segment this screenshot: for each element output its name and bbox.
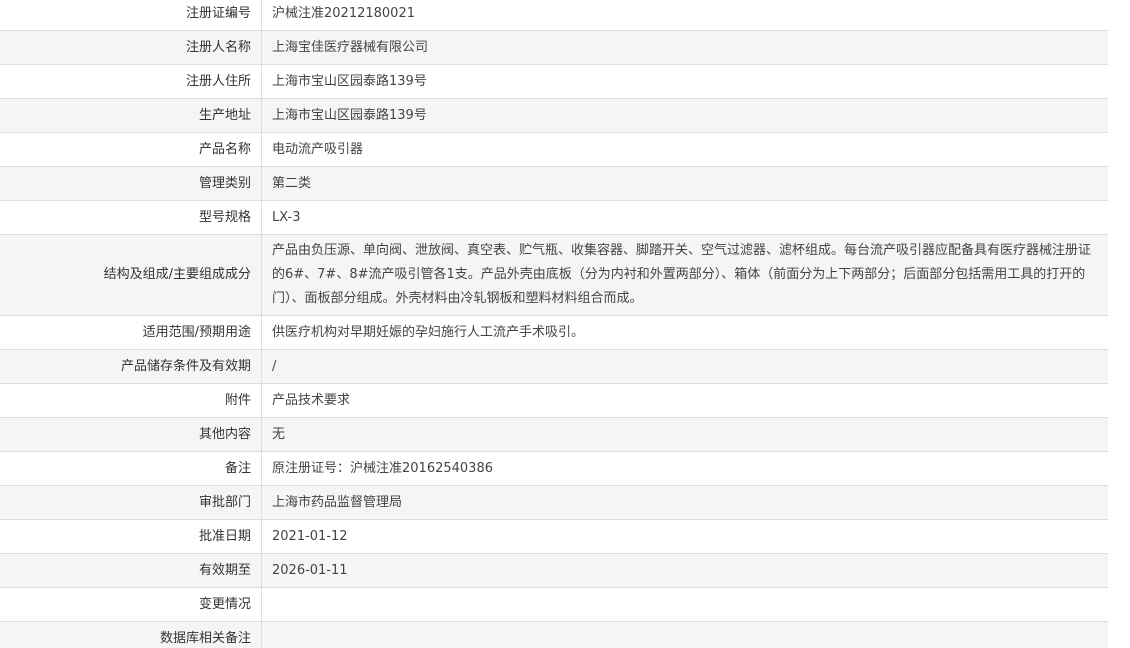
row-label: 有效期至 bbox=[0, 553, 262, 588]
row-value: 2026-01-11 bbox=[261, 553, 1109, 588]
table-row-valid-until: 有效期至 2026-01-11 bbox=[0, 553, 1109, 588]
registration-table: 注册证编号 沪械注准20212180021 注册人名称 上海宝佳医疗器械有限公司… bbox=[0, 0, 1109, 648]
row-value: 上海市宝山区园泰路139号 bbox=[261, 98, 1109, 133]
row-value: 第二类 bbox=[261, 166, 1109, 201]
row-label: 审批部门 bbox=[0, 485, 262, 520]
table-row-intended-use: 适用范围/预期用途 供医疗机构对早期妊娠的孕妇施行人工流产手术吸引。 bbox=[0, 315, 1109, 350]
row-label: 产品名称 bbox=[0, 132, 262, 167]
row-value: / bbox=[261, 349, 1109, 384]
page-right-margin bbox=[1108, 0, 1130, 648]
row-label: 注册人名称 bbox=[0, 30, 262, 65]
row-value: 沪械注准20212180021 bbox=[261, 0, 1109, 31]
table-row-other-content: 其他内容 无 bbox=[0, 417, 1109, 452]
table-row-remarks: 备注 原注册证号：沪械注准20162540386 bbox=[0, 451, 1109, 486]
row-value bbox=[261, 621, 1109, 648]
registration-detail-page: 注册证编号 沪械注准20212180021 注册人名称 上海宝佳医疗器械有限公司… bbox=[0, 0, 1130, 648]
table-row-registration-number: 注册证编号 沪械注准20212180021 bbox=[0, 0, 1109, 31]
row-label: 注册证编号 bbox=[0, 0, 262, 31]
table-row-storage-validity: 产品储存条件及有效期 / bbox=[0, 349, 1109, 384]
row-label: 结构及组成/主要组成成分 bbox=[0, 234, 262, 316]
row-label: 产品储存条件及有效期 bbox=[0, 349, 262, 384]
table-row-database-remarks: 数据库相关备注 bbox=[0, 621, 1109, 648]
table-row-production-address: 生产地址 上海市宝山区园泰路139号 bbox=[0, 98, 1109, 133]
row-value bbox=[261, 587, 1109, 622]
row-value: 上海宝佳医疗器械有限公司 bbox=[261, 30, 1109, 65]
row-label: 注册人住所 bbox=[0, 64, 262, 99]
table-row-structure-composition: 结构及组成/主要组成成分 产品由负压源、单向阀、泄放阀、真空表、贮气瓶、收集容器… bbox=[0, 234, 1109, 316]
row-value: 2021-01-12 bbox=[261, 519, 1109, 554]
row-value: 电动流产吸引器 bbox=[261, 132, 1109, 167]
row-label: 附件 bbox=[0, 383, 262, 418]
row-value: 上海市宝山区园泰路139号 bbox=[261, 64, 1109, 99]
table-row-attachment: 附件 产品技术要求 bbox=[0, 383, 1109, 418]
row-value: 产品由负压源、单向阀、泄放阀、真空表、贮气瓶、收集容器、脚踏开关、空气过滤器、滤… bbox=[261, 234, 1109, 316]
row-label: 适用范围/预期用途 bbox=[0, 315, 262, 350]
row-value: 原注册证号：沪械注准20162540386 bbox=[261, 451, 1109, 486]
row-label: 变更情况 bbox=[0, 587, 262, 622]
table-row-approval-date: 批准日期 2021-01-12 bbox=[0, 519, 1109, 554]
row-value: LX-3 bbox=[261, 200, 1109, 235]
table-row-product-name: 产品名称 电动流产吸引器 bbox=[0, 132, 1109, 167]
table-row-registrant-name: 注册人名称 上海宝佳医疗器械有限公司 bbox=[0, 30, 1109, 65]
row-label: 型号规格 bbox=[0, 200, 262, 235]
row-label: 数据库相关备注 bbox=[0, 621, 262, 648]
row-value: 无 bbox=[261, 417, 1109, 452]
table-row-registrant-address: 注册人住所 上海市宝山区园泰路139号 bbox=[0, 64, 1109, 99]
row-label: 其他内容 bbox=[0, 417, 262, 452]
table-row-approval-department: 审批部门 上海市药品监督管理局 bbox=[0, 485, 1109, 520]
row-label: 生产地址 bbox=[0, 98, 262, 133]
row-value: 产品技术要求 bbox=[261, 383, 1109, 418]
row-value: 供医疗机构对早期妊娠的孕妇施行人工流产手术吸引。 bbox=[261, 315, 1109, 350]
row-label: 批准日期 bbox=[0, 519, 262, 554]
table-row-change-status: 变更情况 bbox=[0, 587, 1109, 622]
row-label: 备注 bbox=[0, 451, 262, 486]
row-label: 管理类别 bbox=[0, 166, 262, 201]
row-value: 上海市药品监督管理局 bbox=[261, 485, 1109, 520]
table-row-model-spec: 型号规格 LX-3 bbox=[0, 200, 1109, 235]
table-row-management-category: 管理类别 第二类 bbox=[0, 166, 1109, 201]
